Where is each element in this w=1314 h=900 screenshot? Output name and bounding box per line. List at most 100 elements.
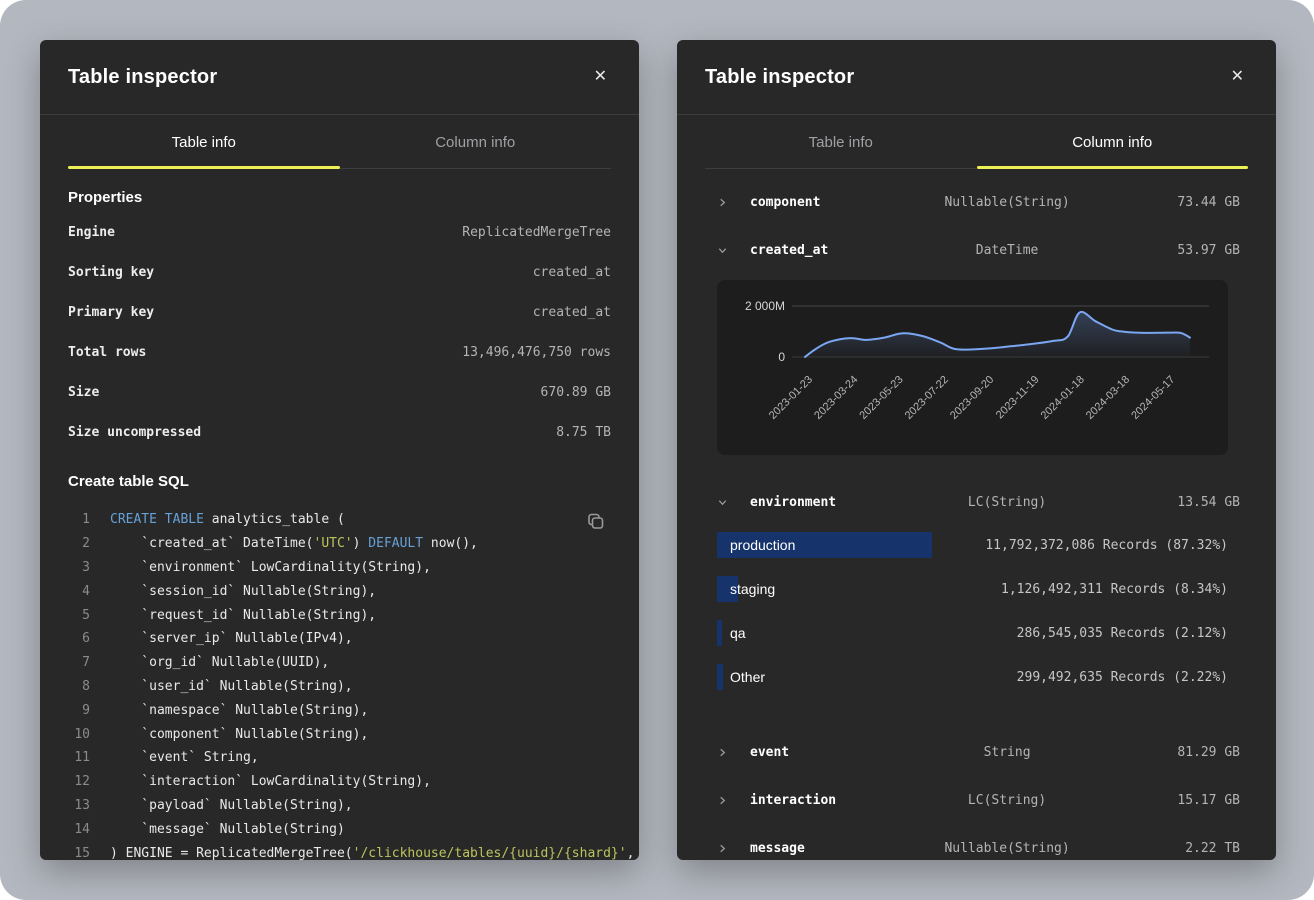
value-records: 1,126,492,311 Records (8.34%) [1001, 582, 1228, 597]
line-number: 7 [68, 655, 90, 670]
column-row-created_at[interactable]: created_atDateTime53.97 GB [677, 226, 1276, 274]
tab-column-info[interactable]: Column info [977, 115, 1249, 169]
value-label: production [717, 532, 985, 558]
column-row-environment[interactable]: environmentLC(String)13.54 GB [677, 478, 1276, 526]
modal-title: Table inspector [705, 66, 854, 89]
create-table-sql-heading: Create table SQL [68, 473, 611, 490]
column-expander[interactable] [717, 747, 750, 758]
column-size: 13.54 GB [1090, 495, 1240, 510]
sql-line: 13 `payload` Nullable(String), [68, 794, 611, 818]
line-number: 15 [68, 846, 90, 860]
properties-list: Engine ReplicatedMergeTree Sorting key crea… [68, 212, 611, 452]
column-name: created_at [750, 243, 924, 258]
value-records: 299,492,635 Records (2.22%) [1017, 670, 1228, 685]
tab-table-info[interactable]: Table info [705, 115, 977, 169]
chevron-right-icon [717, 747, 728, 758]
column-type: DateTime [924, 243, 1090, 258]
column-type: Nullable(String) [924, 195, 1090, 210]
chevron-right-icon [717, 795, 728, 806]
svg-text:2023-05-23: 2023-05-23 [857, 374, 905, 422]
column-row-message[interactable]: messageNullable(String)2.22 TB [677, 824, 1276, 860]
property-label: Engine [68, 225, 115, 240]
properties-heading: Properties [68, 189, 611, 206]
sql-code-text: ) ENGINE = ReplicatedMergeTree('/clickho… [110, 846, 634, 860]
sql-line: 7 `org_id` Nullable(UUID), [68, 651, 611, 675]
property-value: 8.75 TB [556, 425, 611, 440]
modal-header: Table inspector ✕ [677, 40, 1276, 115]
histogram-card: 2 000M 0 2023-01-232023-03-242023-05-232… [717, 280, 1228, 455]
svg-text:2023-01-23: 2023-01-23 [767, 374, 815, 422]
sql-line: 2 `created_at` DateTime('UTC') DEFAULT n… [68, 532, 611, 556]
property-value: created_at [533, 265, 611, 280]
sql-line: 11 `event` String, [68, 746, 611, 770]
sql-line: 3 `environment` LowCardinality(String), [68, 556, 611, 580]
column-type: String [924, 745, 1090, 760]
page-background: Table inspector ✕ Table info Column info… [0, 0, 1314, 900]
line-number: 12 [68, 774, 90, 789]
sql-code-text: `interaction` LowCardinality(String), [110, 774, 431, 789]
property-row: Primary keycreated_at [68, 292, 611, 332]
column-row-event[interactable]: eventString81.29 GB [677, 728, 1276, 776]
property-row: Total rows13,496,476,750 rows [68, 332, 611, 372]
column-expander[interactable] [717, 795, 750, 806]
column-size: 73.44 GB [1090, 195, 1240, 210]
close-icon: ✕ [1231, 68, 1244, 85]
tab-bar: Table info Column info [40, 115, 639, 169]
column-name: environment [750, 495, 924, 510]
chevron-right-icon [717, 197, 728, 208]
tab-column-info[interactable]: Column info [340, 115, 612, 169]
copy-button[interactable] [584, 510, 607, 536]
column-expander[interactable] [717, 497, 750, 508]
value-bar-track: Other [717, 664, 1017, 690]
sql-code-block: 1 CREATE TABLE analytics_table ( 2 `create… [68, 508, 611, 860]
sql-code-text: `namespace` Nullable(String), [110, 703, 368, 718]
tab-table-info[interactable]: Table info [68, 115, 340, 169]
sql-code-text: `server_ip` Nullable(IPv4), [110, 631, 353, 646]
close-button[interactable]: ✕ [1227, 65, 1248, 89]
column-name: component [750, 195, 924, 210]
copy-icon [586, 512, 605, 531]
value-bar-row-production: production11,792,372,086 Records (87.32%… [717, 532, 1228, 558]
column-name: interaction [750, 793, 924, 808]
chevron-right-icon [717, 843, 728, 854]
svg-text:2023-07-22: 2023-07-22 [903, 374, 951, 422]
close-button[interactable]: ✕ [590, 65, 611, 89]
property-label: Size uncompressed [68, 425, 201, 440]
value-bar-track: production [717, 532, 985, 558]
line-number: 8 [68, 679, 90, 694]
line-number: 13 [68, 798, 90, 813]
sql-lines: 1 CREATE TABLE analytics_table ( 2 `create… [68, 508, 611, 860]
modal-title: Table inspector [68, 66, 217, 89]
column-expander[interactable] [717, 245, 750, 256]
modal-header: Table inspector ✕ [40, 40, 639, 115]
value-bar-row-other: Other299,492,635 Records (2.22%) [717, 664, 1228, 690]
column-name: event [750, 745, 924, 760]
property-row: Sorting key created_at [68, 252, 611, 292]
line-number: 1 [68, 512, 90, 527]
property-value: ReplicatedMergeTree [462, 225, 611, 240]
value-records: 286,545,035 Records (2.12%) [1017, 626, 1228, 641]
line-number: 9 [68, 703, 90, 718]
created-at-histogram-chart: 2 000M 0 2023-01-232023-03-242023-05-232… [717, 280, 1228, 455]
sql-code-text: `org_id` Nullable(UUID), [110, 655, 329, 670]
sql-line: 6 `server_ip` Nullable(IPv4), [68, 627, 611, 651]
line-number: 2 [68, 536, 90, 551]
value-bar-row-staging: staging1,126,492,311 Records (8.34%) [717, 576, 1228, 602]
sql-code-text: `event` String, [110, 750, 259, 765]
column-size: 53.97 GB [1090, 243, 1240, 258]
svg-text:2023-09-20: 2023-09-20 [948, 374, 996, 422]
value-bar-row-qa: qa286,545,035 Records (2.12%) [717, 620, 1228, 646]
value-records: 11,792,372,086 Records (87.32%) [985, 538, 1228, 553]
column-row-interaction[interactable]: interactionLC(String)15.17 GB [677, 776, 1276, 824]
table-inspector-modal-table-info: Table inspector ✕ Table info Column info… [40, 40, 639, 860]
sql-code-text: CREATE TABLE analytics_table ( [110, 512, 345, 527]
chevron-down-icon [717, 497, 728, 508]
property-label: Sorting key [68, 265, 154, 280]
property-value: 13,496,476,750 rows [462, 345, 611, 360]
column-expander[interactable] [717, 843, 750, 854]
sql-code-text: `message` Nullable(String) [110, 822, 345, 837]
sql-code-text: `session_id` Nullable(String), [110, 584, 376, 599]
column-expander[interactable] [717, 197, 750, 208]
column-row-component[interactable]: componentNullable(String)73.44 GB [677, 178, 1276, 226]
line-number: 6 [68, 631, 90, 646]
